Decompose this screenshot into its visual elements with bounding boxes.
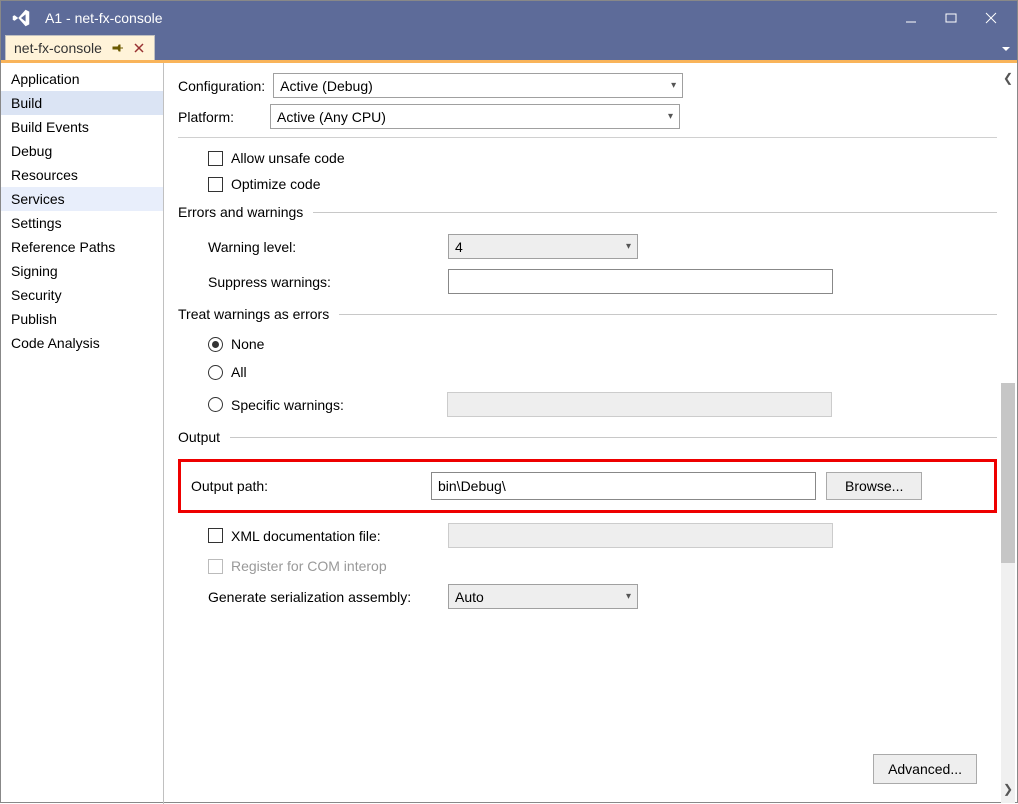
specific-warnings-input[interactable] xyxy=(447,392,832,417)
divider xyxy=(313,212,997,213)
visual-studio-logo-icon xyxy=(7,4,35,32)
chevron-down-icon: ▾ xyxy=(671,80,676,91)
configuration-combo[interactable]: Active (Debug) ▾ xyxy=(273,73,683,98)
treat-all-label: All xyxy=(231,364,247,380)
tab-overflow-chevron-icon[interactable] xyxy=(1001,41,1011,57)
minimize-button[interactable] xyxy=(891,3,931,33)
sidebar-item-debug[interactable]: Debug xyxy=(1,139,163,163)
advanced-button[interactable]: Advanced... xyxy=(873,754,977,784)
xml-doc-input[interactable] xyxy=(448,523,833,548)
browse-button-label: Browse... xyxy=(845,478,903,494)
gen-serialization-label: Generate serialization assembly: xyxy=(208,589,448,605)
titlebar: A1 - net-fx-console xyxy=(1,1,1017,35)
sidebar-item-settings[interactable]: Settings xyxy=(1,211,163,235)
browse-button[interactable]: Browse... xyxy=(826,472,922,500)
warning-level-label: Warning level: xyxy=(208,239,448,255)
optimize-code-checkbox[interactable]: Optimize code xyxy=(208,176,997,192)
scroll-down-icon[interactable]: ❯ xyxy=(1003,782,1013,796)
build-property-page: ❮ Configuration: Active (Debug) ▾ Platfo… xyxy=(164,63,1017,804)
advanced-button-label: Advanced... xyxy=(888,761,962,777)
output-path-callout: Output path: Browse... xyxy=(178,459,997,513)
allow-unsafe-label: Allow unsafe code xyxy=(231,150,345,166)
divider xyxy=(339,314,997,315)
maximize-button[interactable] xyxy=(931,3,971,33)
divider xyxy=(230,437,997,438)
document-tabstrip: net-fx-console xyxy=(1,35,1017,63)
tab-net-fx-console[interactable]: net-fx-console xyxy=(5,35,155,60)
treat-none-label: None xyxy=(231,336,264,352)
xml-doc-checkbox[interactable]: XML documentation file: xyxy=(208,528,448,544)
register-com-label: Register for COM interop xyxy=(231,558,387,574)
treat-specific-label: Specific warnings: xyxy=(231,397,351,413)
checkbox-icon xyxy=(208,151,223,166)
platform-value: Active (Any CPU) xyxy=(277,109,386,125)
treat-none-radio[interactable]: None xyxy=(208,336,997,352)
checkbox-icon xyxy=(208,177,223,192)
divider xyxy=(178,137,997,138)
scroll-up-icon[interactable]: ❮ xyxy=(1003,71,1013,85)
output-heading: Output xyxy=(178,429,220,445)
output-path-input[interactable] xyxy=(431,472,816,500)
pin-icon[interactable] xyxy=(110,41,124,55)
gen-serialization-combo[interactable]: Auto ▾ xyxy=(448,584,638,609)
platform-combo[interactable]: Active (Any CPU) ▾ xyxy=(270,104,680,129)
treat-all-radio[interactable]: All xyxy=(208,364,997,380)
configuration-value: Active (Debug) xyxy=(280,78,373,94)
platform-label: Platform: xyxy=(178,109,234,125)
sidebar-item-application[interactable]: Application xyxy=(1,67,163,91)
checkbox-icon xyxy=(208,559,223,574)
sidebar-item-publish[interactable]: Publish xyxy=(1,307,163,331)
optimize-label: Optimize code xyxy=(231,176,320,192)
radio-icon xyxy=(208,365,223,380)
suppress-warnings-input[interactable] xyxy=(448,269,833,294)
xml-doc-label: XML documentation file: xyxy=(231,528,381,544)
warning-level-value: 4 xyxy=(455,239,463,255)
chevron-down-icon: ▾ xyxy=(626,241,631,252)
errors-heading: Errors and warnings xyxy=(178,204,303,220)
suppress-warnings-label: Suppress warnings: xyxy=(208,274,448,290)
checkbox-icon xyxy=(208,528,223,543)
sidebar-item-code-analysis[interactable]: Code Analysis xyxy=(1,331,163,355)
sidebar-item-resources[interactable]: Resources xyxy=(1,163,163,187)
sidebar-item-security[interactable]: Security xyxy=(1,283,163,307)
sidebar-item-build[interactable]: Build xyxy=(1,91,163,115)
chevron-down-icon: ▾ xyxy=(668,111,673,122)
sidebar-item-reference-paths[interactable]: Reference Paths xyxy=(1,235,163,259)
property-page-sidebar: Application Build Build Events Debug Res… xyxy=(1,63,164,804)
tab-label: net-fx-console xyxy=(14,40,102,56)
chevron-down-icon: ▾ xyxy=(626,591,631,602)
scrollbar-thumb[interactable] xyxy=(1001,383,1015,563)
treat-specific-radio[interactable]: Specific warnings: xyxy=(208,392,997,417)
output-path-label: Output path: xyxy=(191,478,421,494)
close-button[interactable] xyxy=(971,3,1011,33)
sidebar-item-signing[interactable]: Signing xyxy=(1,259,163,283)
warning-level-combo[interactable]: 4 ▾ xyxy=(448,234,638,259)
close-icon[interactable] xyxy=(132,41,146,55)
window-title: A1 - net-fx-console xyxy=(45,10,891,26)
sidebar-item-build-events[interactable]: Build Events xyxy=(1,115,163,139)
register-com-checkbox: Register for COM interop xyxy=(208,558,997,574)
treat-warnings-heading: Treat warnings as errors xyxy=(178,306,329,322)
configuration-label: Configuration: xyxy=(178,78,265,94)
radio-icon xyxy=(208,397,223,412)
allow-unsafe-checkbox[interactable]: Allow unsafe code xyxy=(208,150,997,166)
gen-serialization-value: Auto xyxy=(455,589,484,605)
radio-icon xyxy=(208,337,223,352)
sidebar-item-services[interactable]: Services xyxy=(1,187,163,211)
